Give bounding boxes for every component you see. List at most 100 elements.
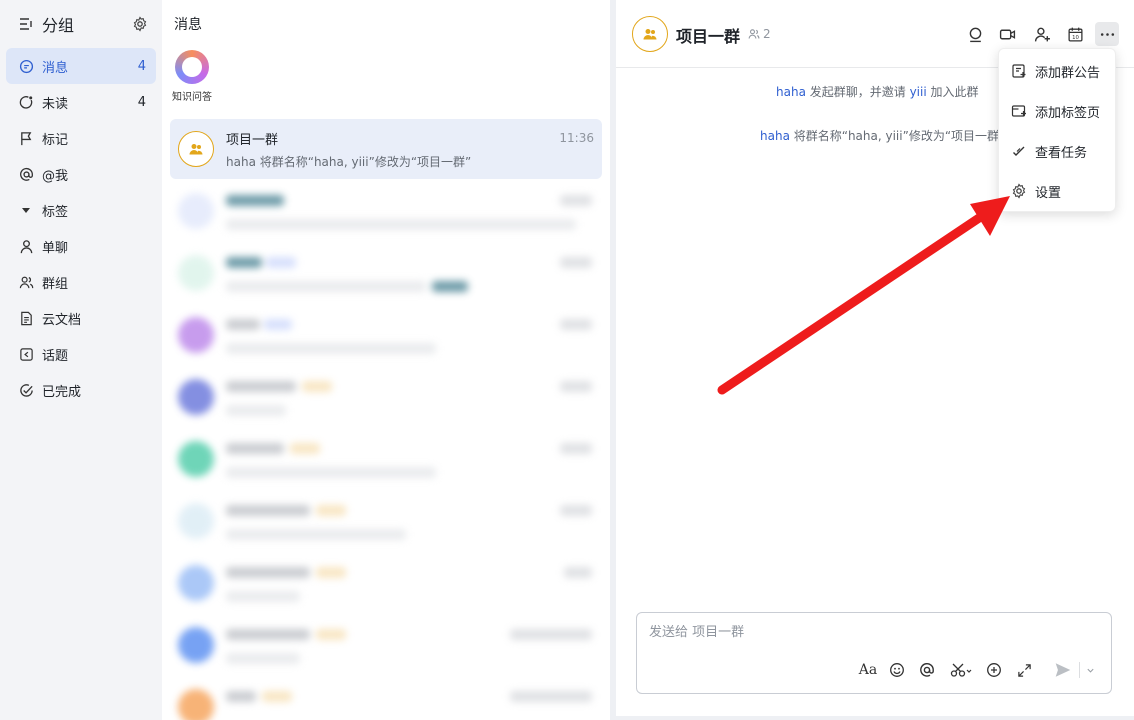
- expand-icon[interactable]: [1013, 659, 1035, 681]
- blurred-tag: [302, 381, 332, 392]
- sidebar-item-tags[interactable]: 标签: [6, 192, 156, 228]
- video-call-button[interactable]: [995, 22, 1019, 46]
- conversation-item[interactable]: [170, 243, 602, 303]
- menu-item-label: 添加群公告: [1035, 65, 1101, 81]
- blurred-name: [226, 691, 256, 702]
- sidebar-item-messages[interactable]: 消息 4: [6, 48, 156, 84]
- screenshot-icon[interactable]: [947, 659, 977, 681]
- conversation-item[interactable]: [170, 491, 602, 551]
- flag-icon: [18, 130, 34, 146]
- search-icon: [969, 27, 981, 42]
- system-message-text: 发起群聊，并邀请: [805, 85, 910, 99]
- sidebar-item-done[interactable]: 已完成: [6, 372, 156, 408]
- blurred-tag: [316, 567, 346, 578]
- conversation-item[interactable]: [170, 553, 602, 613]
- at-icon: [18, 166, 34, 182]
- menu-item-settings[interactable]: 设置: [999, 171, 1115, 211]
- send-icon[interactable]: [1052, 659, 1074, 681]
- avatar: [178, 627, 214, 663]
- blurred-preview: [226, 405, 286, 416]
- blurred-name: [226, 505, 310, 516]
- video-icon: [999, 29, 1015, 39]
- avatar: [178, 193, 214, 229]
- blurred-name: [226, 443, 284, 454]
- message-input[interactable]: [649, 625, 1089, 640]
- blurred-name: [226, 319, 260, 330]
- emoji-icon[interactable]: [886, 659, 908, 681]
- system-message: haha 发起群聊，并邀请 yiii 加入此群: [776, 83, 979, 100]
- divider: [1079, 662, 1080, 678]
- sidebar-item-direct[interactable]: 单聊: [6, 228, 156, 264]
- message-composer: Aa: [636, 612, 1112, 694]
- system-message-text: 将群名称“haha, yiii”修改为“项目一群”: [789, 129, 1006, 143]
- knowledge-qa-button[interactable]: 知识问答: [170, 50, 214, 103]
- group-icon: [189, 144, 203, 155]
- more-options-button[interactable]: [1095, 22, 1119, 46]
- conversation-item[interactable]: [170, 429, 602, 489]
- sidebar-item-label: 未读: [42, 96, 69, 112]
- avatar: [178, 317, 214, 353]
- conversation-item-selected[interactable]: 项目一群 11:36 haha 将群名称“haha, yiii”修改为“项目一群…: [170, 119, 602, 179]
- add-icon[interactable]: [983, 659, 1005, 681]
- sidebar-item-topics[interactable]: 话题: [6, 336, 156, 372]
- blurred-preview: [226, 281, 426, 292]
- user-icon: [18, 238, 34, 254]
- add-member-button[interactable]: [1030, 22, 1054, 46]
- blurred-time: [510, 691, 592, 702]
- avatar: [178, 379, 214, 415]
- system-message: haha 将群名称“haha, yiii”修改为“项目一群”: [760, 127, 1005, 144]
- sidebar-item-unread[interactable]: 未读 4: [6, 84, 156, 120]
- done-icon: [18, 382, 34, 398]
- member-count[interactable]: 2: [748, 27, 771, 41]
- conversation-item[interactable]: [170, 677, 602, 720]
- system-message-user[interactable]: yiii: [910, 85, 927, 99]
- blurred-time: [560, 195, 592, 206]
- menu-item-label: 添加标签页: [1035, 105, 1101, 121]
- conversation-item[interactable]: [170, 305, 602, 365]
- sidebar-item-label: 已完成: [42, 384, 82, 400]
- search-chat-button[interactable]: [963, 22, 987, 46]
- gear-icon[interactable]: [132, 16, 148, 32]
- menu-item-view-tasks[interactable]: 查看任务: [999, 131, 1115, 171]
- mention-icon[interactable]: [916, 659, 938, 681]
- sidebar-item-groups[interactable]: 群组: [6, 264, 156, 300]
- system-message-text: 加入此群: [926, 85, 979, 99]
- blurred-time: [560, 319, 592, 330]
- blurred-preview: [226, 529, 406, 540]
- menu-item-add-announcement[interactable]: 添加群公告: [999, 51, 1115, 91]
- conversation-item[interactable]: [170, 615, 602, 675]
- menu-item-add-tab[interactable]: 添加标签页: [999, 91, 1115, 131]
- task-icon: [1011, 143, 1027, 159]
- system-message-user[interactable]: haha: [776, 85, 806, 99]
- blurred-tag: [264, 319, 292, 330]
- conversation-item[interactable]: [170, 181, 602, 241]
- conversation-preview: haha 将群名称“haha, yiii”修改为“项目一群”: [226, 155, 472, 169]
- system-message-user[interactable]: haha: [760, 129, 790, 143]
- avatar: [178, 503, 214, 539]
- add-user-icon: [1034, 27, 1050, 42]
- blurred-tag: [290, 443, 320, 454]
- collapse-sidebar-icon[interactable]: [18, 16, 34, 32]
- conversation-item[interactable]: [170, 367, 602, 427]
- topic-icon: [18, 346, 34, 362]
- conversation-name: 项目一群: [226, 133, 279, 148]
- announcement-icon: [1011, 63, 1027, 79]
- sidebar-item-mentions[interactable]: @我: [6, 156, 156, 192]
- list-title: 消息: [174, 17, 202, 33]
- avatar: [178, 441, 214, 477]
- sidebar-item-label: 消息: [42, 60, 69, 76]
- menu-item-label: 设置: [1035, 185, 1062, 201]
- text-format-icon[interactable]: Aa: [857, 659, 879, 681]
- unread-icon: [18, 94, 34, 110]
- menu-item-label: 查看任务: [1035, 145, 1088, 161]
- sidebar-item-cloud-docs[interactable]: 云文档: [6, 300, 156, 336]
- calendar-button[interactable]: 10: [1063, 22, 1087, 46]
- calendar-icon: 10: [1067, 27, 1083, 42]
- group-avatar: [178, 131, 214, 167]
- blurred-time: [560, 505, 592, 516]
- blurred-mention: [432, 281, 468, 292]
- sidebar-item-flagged[interactable]: 标记: [6, 120, 156, 156]
- send-options-icon[interactable]: [1083, 659, 1097, 681]
- group-avatar[interactable]: [632, 16, 668, 52]
- knowledge-qa-icon: [175, 50, 209, 84]
